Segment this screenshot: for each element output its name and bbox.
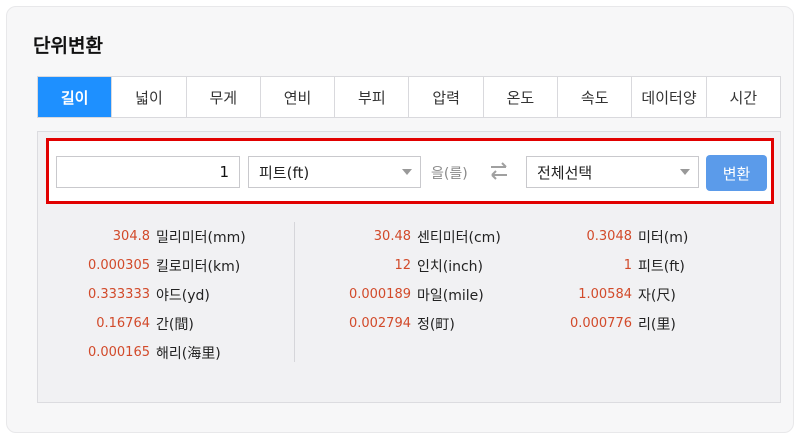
tab-volume[interactable]: 부피 (335, 77, 410, 117)
result-row: 0.002794 정(町) (295, 309, 542, 338)
result-unit: 인치(inch) (417, 258, 484, 275)
result-unit: 자(尺) (638, 287, 676, 304)
tab-length[interactable]: 길이 (38, 77, 113, 117)
result-row: 0.333333 야드(yd) (38, 280, 286, 309)
result-row: 1 피트(ft) (538, 251, 786, 280)
from-unit-label: 피트(ft) (259, 163, 310, 182)
tab-time[interactable]: 시간 (706, 77, 780, 117)
chevron-down-icon (680, 169, 690, 175)
object-particle: 을(를) (431, 166, 468, 182)
tab-area[interactable]: 넓이 (112, 77, 187, 117)
result-unit: 리(里) (638, 316, 676, 333)
result-value: 0.000165 (87, 345, 150, 360)
result-unit: 간(間) (156, 316, 194, 333)
result-value: 1.00584 (578, 287, 632, 302)
results-column-2: 30.48 센티미터(cm) 12 인치(inch) 0.000189 마일(mile… (294, 222, 542, 362)
result-row: 12 인치(inch) (295, 251, 542, 280)
swap-arrows-icon[interactable] (487, 158, 511, 184)
result-value: 0.000305 (87, 258, 150, 273)
result-row: 0.3048 미터(m) (538, 222, 786, 251)
result-row: 0.000776 리(里) (538, 309, 786, 338)
result-row: 0.000305 킬로미터(km) (38, 251, 286, 280)
chevron-down-icon (402, 169, 412, 175)
results-column-1: 304.8 밀리미터(mm) 0.000305 킬로미터(km) 0.333333 야… (38, 222, 286, 367)
result-value: 0.002794 (348, 316, 411, 331)
converter-panel: 피트(ft) 을(를) 전체선택 변환 304.8 밀리미터(mm) 0.0003… (37, 131, 781, 403)
to-unit-label: 전체선택 (537, 163, 593, 182)
result-row: 0.16764 간(間) (38, 309, 286, 338)
result-row: 30.48 센티미터(cm) (295, 222, 542, 251)
tab-pressure[interactable]: 압력 (409, 77, 484, 117)
tab-data-size[interactable]: 데이터양 (632, 77, 707, 117)
unit-converter-card: 단위변환 길이 넓이 무게 연비 부피 압력 온도 속도 데이터양 시간 피트(… (6, 6, 794, 433)
result-unit: 피트(ft) (638, 258, 685, 275)
category-tabs: 길이 넓이 무게 연비 부피 압력 온도 속도 데이터양 시간 (37, 76, 781, 118)
tab-temperature[interactable]: 온도 (483, 77, 559, 117)
result-value: 0.16764 (96, 316, 150, 331)
results-column-3: 0.3048 미터(m) 1 피트(ft) 1.00584 자(尺) 0.000776… (538, 222, 786, 338)
result-value: 0.000776 (569, 316, 632, 331)
tab-weight[interactable]: 무게 (186, 77, 261, 117)
result-row: 0.000189 마일(mile) (295, 280, 542, 309)
result-unit: 해리(海里) (156, 345, 221, 362)
result-row: 1.00584 자(尺) (538, 280, 786, 309)
result-row: 304.8 밀리미터(mm) (38, 222, 286, 251)
result-value: 1 (623, 258, 632, 273)
result-unit: 정(町) (417, 316, 455, 333)
convert-button[interactable]: 변환 (706, 155, 767, 191)
tab-fuel-economy[interactable]: 연비 (260, 77, 336, 117)
page-title: 단위변환 (33, 35, 103, 57)
result-value: 30.48 (373, 229, 411, 244)
to-unit-select[interactable]: 전체선택 (526, 156, 699, 188)
from-unit-select[interactable]: 피트(ft) (248, 156, 421, 188)
result-unit: 킬로미터(km) (156, 258, 241, 275)
result-value: 0.3048 (586, 229, 633, 244)
result-unit: 마일(mile) (417, 287, 484, 304)
result-value: 0.333333 (87, 287, 150, 302)
result-unit: 밀리미터(mm) (156, 229, 246, 246)
result-value: 12 (394, 258, 411, 273)
tab-speed[interactable]: 속도 (558, 77, 633, 117)
converter-controls: 피트(ft) 을(를) 전체선택 변환 (46, 138, 774, 204)
result-value: 304.8 (112, 229, 150, 244)
result-unit: 센티미터(cm) (417, 229, 501, 246)
results-area: 304.8 밀리미터(mm) 0.000305 킬로미터(km) 0.333333 야… (38, 222, 782, 372)
result-unit: 야드(yd) (156, 287, 210, 304)
value-input[interactable] (56, 156, 240, 188)
result-unit: 미터(m) (638, 229, 689, 246)
result-row: 0.000165 해리(海里) (38, 338, 286, 367)
result-value: 0.000189 (348, 287, 411, 302)
